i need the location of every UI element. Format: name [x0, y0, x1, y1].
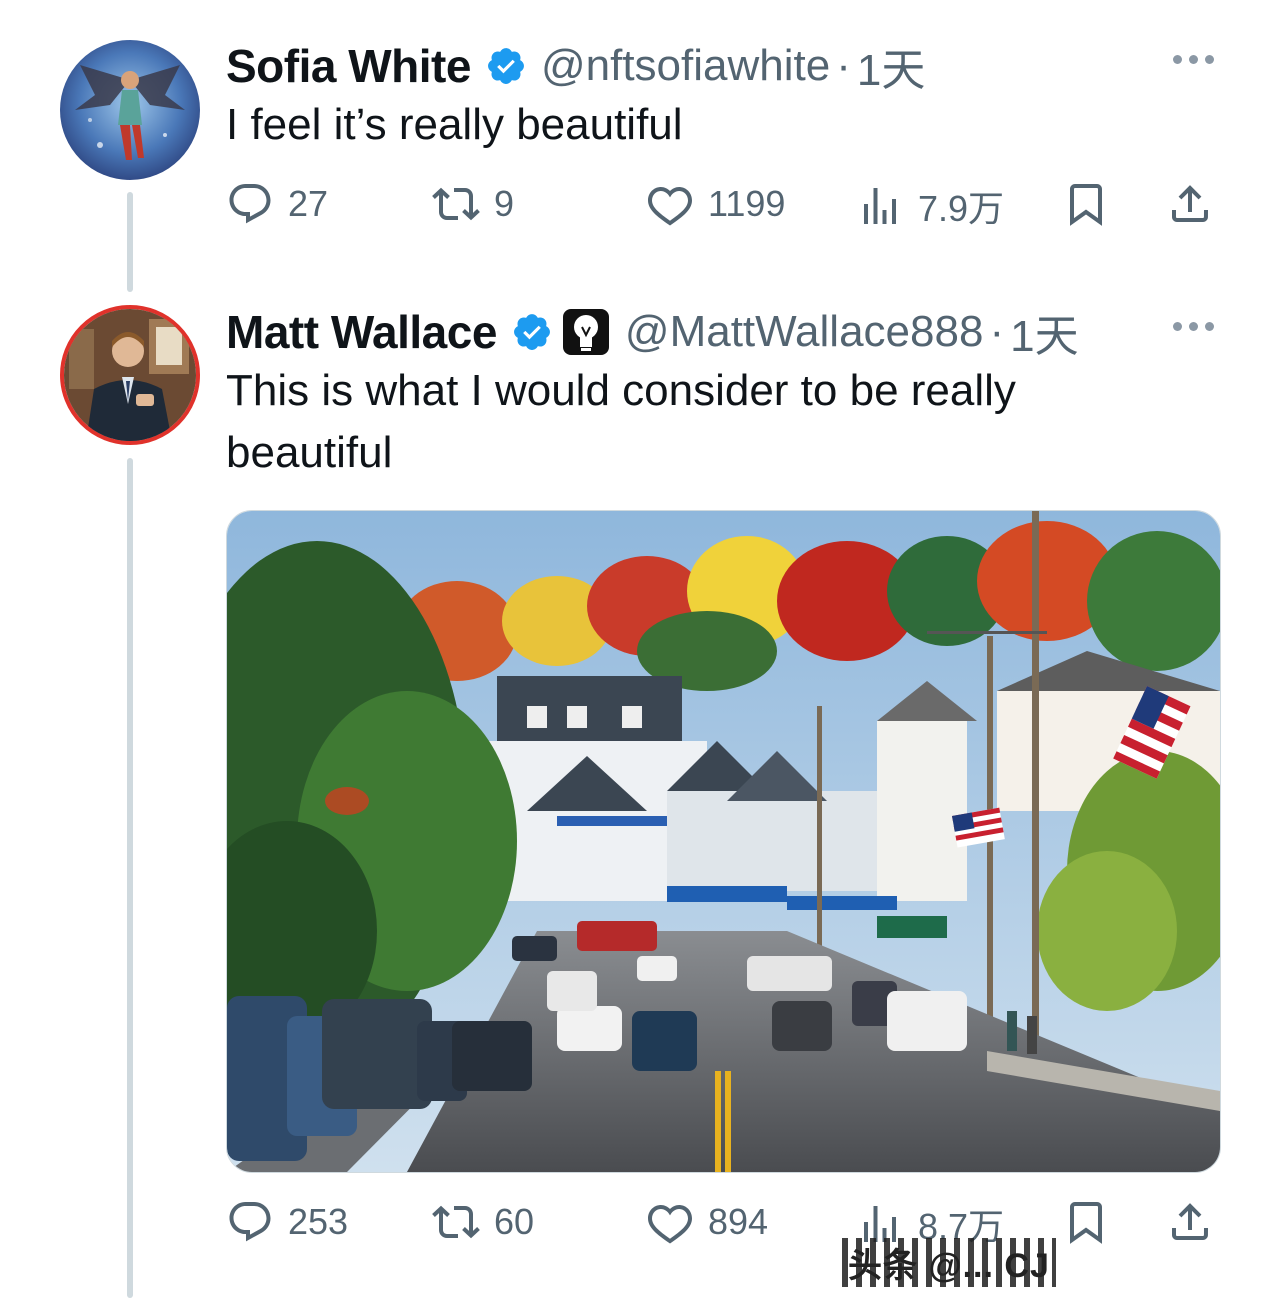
repost-button[interactable]: 60: [432, 1198, 534, 1246]
bookmark-button[interactable]: [1062, 180, 1110, 228]
share-icon: [1172, 1203, 1208, 1240]
separator-dot: ·: [989, 307, 1005, 356]
tweet-header: Sofia White @nftsofiawhite · 1天: [226, 34, 925, 98]
repost-count: 60: [494, 1201, 535, 1242]
tweet-photo[interactable]: [226, 510, 1221, 1173]
reply-button[interactable]: 27: [226, 180, 328, 228]
display-name[interactable]: Matt Wallace: [226, 305, 497, 359]
repost-icon: [432, 187, 480, 221]
verified-badge-icon: [488, 48, 524, 84]
town-street-photo: [227, 511, 1220, 1172]
avatar[interactable]: [60, 305, 200, 445]
share-icon: [1172, 185, 1208, 222]
man-in-suit-avatar-icon: [64, 309, 196, 441]
handle[interactable]: @MattWallace888: [625, 307, 984, 357]
reply-button[interactable]: 253: [226, 1198, 348, 1246]
tweet-text: I feel it’s really beautiful: [226, 100, 683, 149]
lightbulb-emoji-icon: [562, 309, 609, 355]
repost-count: 9: [494, 183, 515, 224]
repost-icon: [432, 1205, 480, 1239]
timestamp[interactable]: 1天: [857, 34, 925, 98]
reply-icon: [229, 1202, 271, 1242]
watermark: 头条 @... CJ: [842, 1238, 1056, 1287]
tweet-actions: 27 9 1199 7.9万: [226, 180, 1216, 230]
bookmark-icon: [1070, 184, 1102, 226]
share-button[interactable]: [1166, 180, 1214, 228]
timestamp[interactable]: 1天: [1010, 300, 1078, 364]
like-count: 894: [708, 1201, 769, 1242]
tweet-actions: 253 60 894 8.7万: [226, 1198, 1216, 1248]
view-count: 7.9万: [918, 188, 1005, 229]
tweet-text: This is what I would consider to be real…: [226, 366, 1016, 477]
bookmark-button[interactable]: [1062, 1198, 1110, 1246]
thread-connector-line: [127, 192, 133, 292]
views-button[interactable]: 7.9万: [856, 180, 1004, 232]
verified-badge-icon: [513, 314, 550, 350]
display-name[interactable]: Sofia White: [226, 39, 471, 93]
heart-icon: [648, 1204, 692, 1244]
like-button[interactable]: 894: [646, 1198, 768, 1246]
views-chart-icon: [864, 188, 896, 224]
bookmark-icon: [1070, 1202, 1102, 1244]
like-button[interactable]: 1199: [646, 180, 785, 228]
share-button[interactable]: [1166, 1198, 1214, 1246]
like-count: 1199: [708, 183, 786, 224]
reply-count: 27: [288, 183, 329, 224]
more-options-icon[interactable]: [1173, 322, 1214, 331]
angel-avatar-icon: [60, 40, 200, 180]
avatar[interactable]: [60, 40, 200, 180]
tweet-header: Matt Wallace @MattWallace888 · 1天: [226, 300, 1079, 364]
heart-icon: [648, 186, 692, 226]
reply-count: 253: [288, 1201, 349, 1242]
reply-icon: [229, 184, 271, 224]
repost-button[interactable]: 9: [432, 180, 514, 228]
handle[interactable]: @nftsofiawhite: [541, 41, 830, 91]
separator-dot: ·: [836, 41, 851, 90]
thread-connector-line: [127, 458, 133, 1298]
more-options-icon[interactable]: [1173, 55, 1214, 64]
